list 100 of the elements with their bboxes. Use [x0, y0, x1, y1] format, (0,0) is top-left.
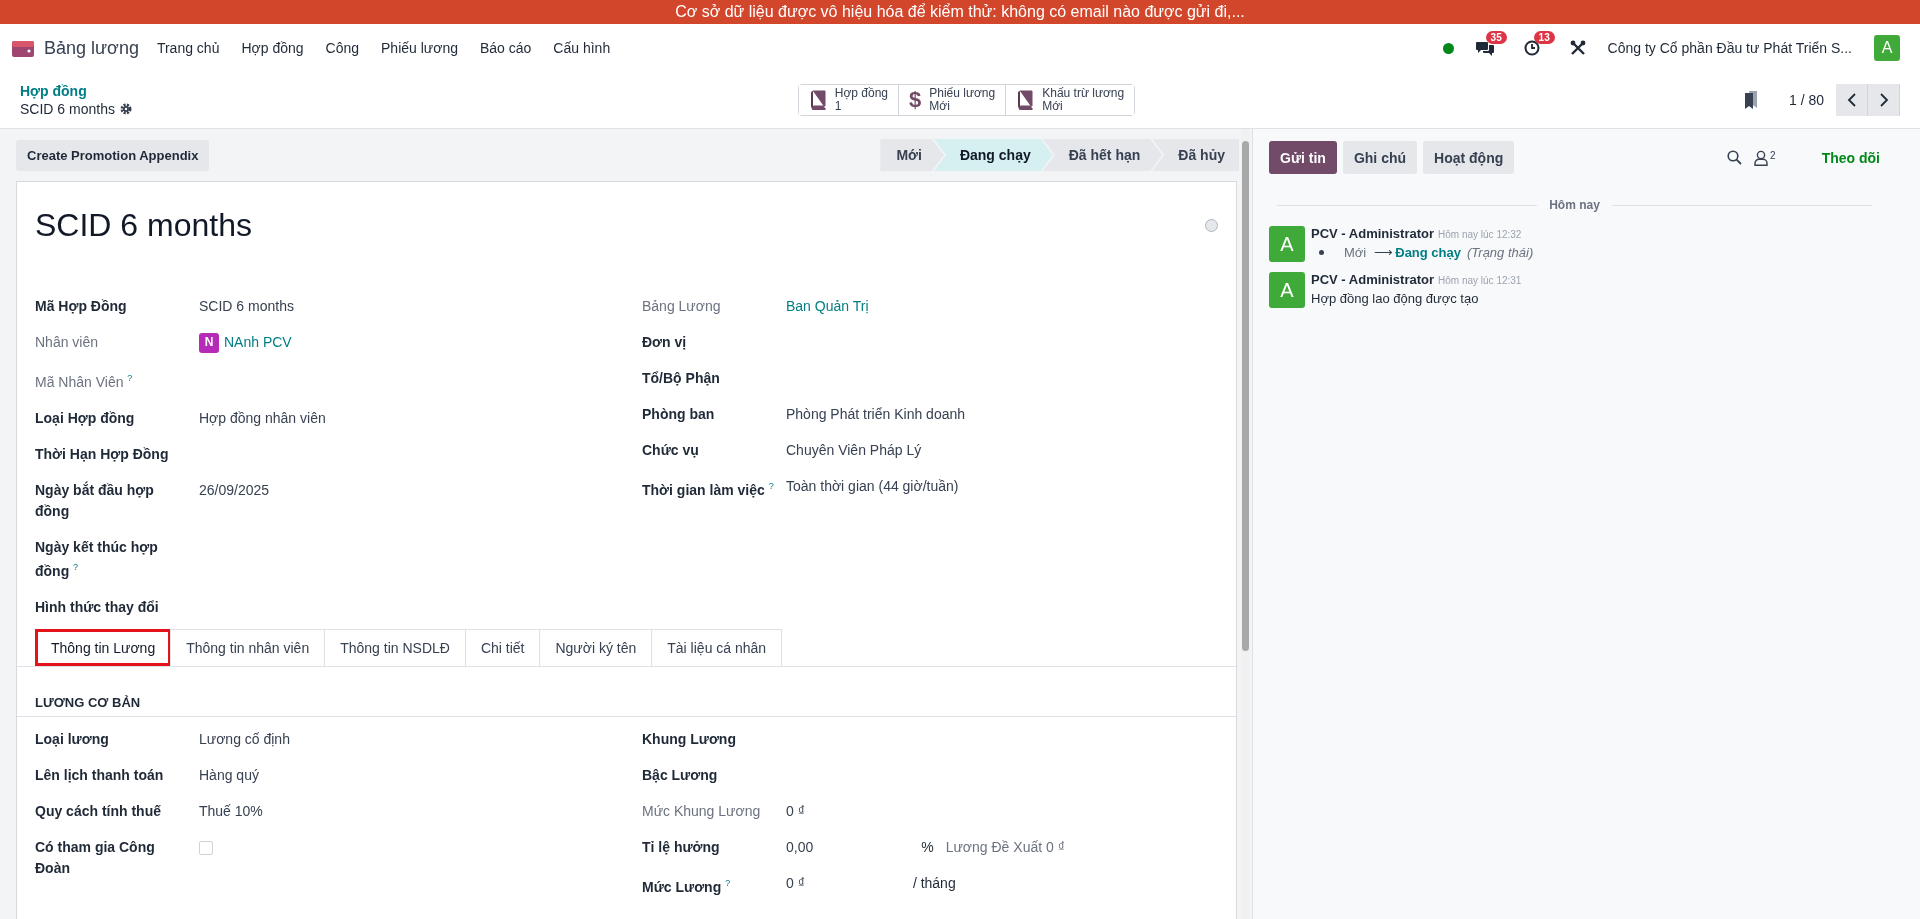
message-time: Hôm nay lúc 12:32 — [1438, 229, 1522, 240]
field-value: 0 ₫ — [786, 802, 805, 822]
field-value: Lương cố định — [199, 730, 290, 750]
stage-button[interactable]: Đã hết hạn — [1042, 139, 1163, 171]
stage-button[interactable]: Đang chạy — [933, 139, 1053, 171]
field-value: SCID 6 months — [199, 297, 294, 316]
smart-button[interactable]: Hợp đồng 1 — [798, 85, 899, 115]
unit-label: / tháng — [912, 874, 956, 894]
menu-item[interactable]: Hợp đồng — [241, 40, 304, 56]
bullet-icon — [1319, 250, 1324, 255]
field-label: Mã Nhân Viên $^{?}$ — [35, 373, 133, 390]
chatter-button[interactable]: Ghi chú — [1342, 141, 1418, 174]
field-value: 26/09/2025 — [199, 480, 270, 500]
field-label: Bảng Lương — [642, 298, 721, 314]
scrollbar[interactable] — [1241, 129, 1250, 919]
banner-text: Cơ sở dữ liệu được vô hiệu hóa để kiểm thử: không có email nào được gửi đi,... — [675, 3, 1245, 21]
message-text: Hợp đồng lao động được tạo — [1311, 291, 1480, 306]
field-value: Hàng quý — [199, 766, 259, 786]
stage-button[interactable]: Đã hủy — [1152, 139, 1239, 171]
chat-icon[interactable] — [1475, 40, 1494, 56]
tab[interactable]: Thông tin nhân viên — [170, 629, 326, 667]
field-label: Tỉ lệ hưởng — [642, 839, 720, 856]
field-label: Đơn vị — [642, 334, 687, 350]
unit-label: % — [921, 838, 934, 858]
dollar-icon: $ — [909, 87, 922, 113]
date-separator: Hôm nay — [1549, 198, 1600, 212]
field-label: Nhân viên — [35, 334, 99, 350]
tracked-field: (Trạng thái) — [1467, 245, 1534, 260]
field-value: Chuyên Viên Pháp Lý — [786, 441, 922, 460]
field-label: Tổ/Bộ Phận — [642, 370, 720, 386]
company-switcher[interactable]: Công ty Cổ phần Đầu tư Phát Triển S... — [1607, 40, 1852, 56]
breadcrumb-link[interactable]: Hợp đồng — [20, 83, 420, 99]
clock-icon[interactable] — [1523, 40, 1540, 56]
field-label: Ngày kết thúc hợp đồng $^{?}$ — [35, 538, 158, 580]
app-name[interactable]: Bảng lương — [44, 37, 139, 59]
next-button[interactable] — [1868, 84, 1900, 116]
previous-button[interactable] — [1836, 84, 1868, 116]
author-name: PCV - Administrator — [1311, 272, 1435, 287]
record-name: SCID 6 months — [20, 101, 115, 117]
follower-count: 2 — [1770, 149, 1776, 161]
field-label: Loại Hợp đồng — [35, 409, 135, 426]
field-label: Thời gian làm việc $^{?}$ — [642, 481, 774, 498]
employee-link[interactable]: NAnh PCV — [224, 332, 292, 353]
new-value: Đang chạy — [1395, 245, 1461, 260]
author-avatar: A — [1269, 226, 1305, 262]
menu-item[interactable]: Trang chủ — [156, 40, 220, 56]
tools-icon[interactable] — [1569, 40, 1586, 56]
field-value: Toàn thời gian (44 giờ/tuần) — [786, 477, 959, 496]
menu-item[interactable]: Công — [325, 40, 360, 56]
chatter-button[interactable]: Hoạt động — [1423, 141, 1515, 174]
chatter-button[interactable]: Gửi tin — [1269, 141, 1337, 174]
checkbox[interactable] — [199, 841, 213, 856]
menu-item[interactable]: Báo cáo — [479, 40, 532, 56]
follow-link[interactable]: Theo dõi — [1821, 149, 1880, 166]
activity-count: 13 — [1533, 31, 1555, 44]
field-label: Lên lịch thanh toán — [35, 767, 164, 784]
field-value: Thuế 10% — [199, 802, 263, 822]
field-label: Mức Khung Lương — [642, 803, 761, 820]
chevron-right-icon — [1878, 93, 1889, 107]
book-icon — [808, 90, 827, 110]
chevron-left-icon — [1846, 93, 1857, 107]
field-label: Mức Lương $^{?}$ — [642, 878, 731, 895]
search-icon[interactable] — [1727, 150, 1743, 165]
menu-item[interactable]: Cấu hình — [553, 40, 611, 56]
field-label: Quy cách tính thuế — [35, 803, 161, 820]
tab[interactable]: Thông tin Lương — [35, 629, 172, 667]
employee-avatar: N — [199, 332, 219, 353]
field-label: Có tham gia Công Đoàn — [35, 839, 155, 877]
scroll-thumb[interactable] — [1242, 141, 1249, 651]
field-label: Hình thức thay đổi — [35, 599, 159, 616]
stage-button[interactable]: Mới — [880, 139, 944, 171]
message-count: 35 — [1485, 31, 1507, 44]
author-name: PCV - Administrator — [1311, 226, 1435, 241]
action-button[interactable]: Create Promotion Appendix — [16, 139, 210, 171]
field-value: Hợp đồng nhân viên — [199, 408, 326, 428]
pager-value[interactable]: 1 / 80 — [1788, 92, 1824, 108]
field-label: Phòng ban — [642, 406, 715, 422]
field-label: Loại lương — [35, 731, 109, 748]
field-label: Chức vụ — [642, 442, 699, 458]
field-label: Bậc Lương — [642, 767, 718, 784]
bookmark-icon[interactable] — [1742, 91, 1759, 109]
author-avatar: A — [1269, 272, 1305, 308]
field-label: Khung Lương — [642, 731, 736, 748]
wallet-icon — [12, 39, 34, 57]
field-value: 0,00 — [786, 838, 814, 858]
field-value: 0 ₫ — [786, 874, 805, 894]
field-value: Phòng Phát triển Kinh doanh — [786, 405, 966, 424]
record-title: SCID 6 months — [35, 206, 252, 244]
old-value: Mới — [1344, 245, 1367, 260]
message-time: Hôm nay lúc 12:31 — [1438, 275, 1522, 286]
arrow-icon: ⟶ — [1374, 245, 1394, 260]
tab[interactable]: Tài liệu cá nhân — [651, 629, 783, 667]
field-label: Mã Hợp Đồng — [35, 298, 127, 314]
person-icon[interactable] — [1754, 149, 1769, 166]
field-note: Lương Đề Xuất 0 ₫ — [945, 838, 1065, 858]
section-title: LƯƠNG CƠ BẢN — [17, 667, 1236, 718]
field-label: Thời Hạn Hợp Đồng — [35, 445, 169, 462]
field-link[interactable]: Ban Quản Trị — [786, 296, 869, 317]
menu-item[interactable]: Phiếu lương — [381, 40, 458, 56]
field-label: Ngày bắt đầu hợp đồng — [35, 481, 154, 519]
